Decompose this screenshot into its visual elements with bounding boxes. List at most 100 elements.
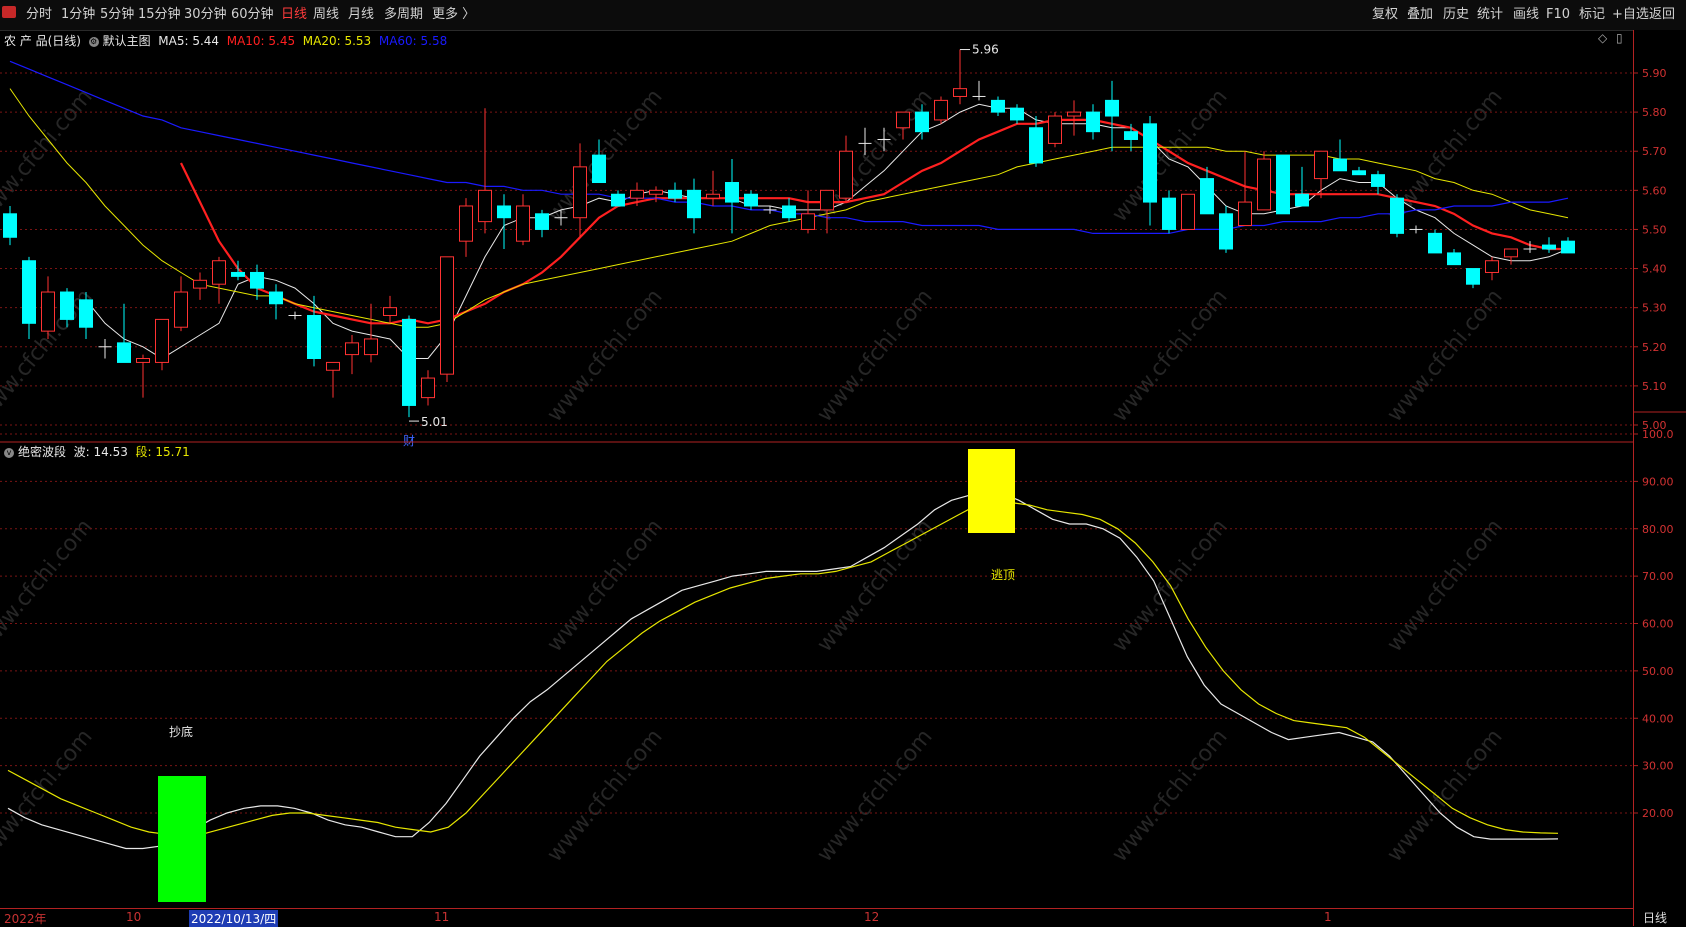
event-marker: 财 <box>403 434 415 448</box>
indicator-tick-label: 50.00 <box>1642 665 1674 678</box>
low-price-marker: 5.01 <box>421 415 448 429</box>
candle-body <box>79 299 93 328</box>
candle-body <box>1219 213 1233 250</box>
period-tab[interactable]: 日线 <box>281 0 307 30</box>
indicator-tick-label: 80.00 <box>1642 523 1674 536</box>
period-tab[interactable]: 60分钟 <box>231 0 274 30</box>
candle-body <box>1561 240 1575 254</box>
period-tab[interactable]: 1分钟 <box>61 0 95 30</box>
candle-body <box>535 213 549 230</box>
candle-body <box>60 291 74 320</box>
candle-body <box>744 193 758 207</box>
candle-body <box>706 193 720 199</box>
watermark-text: www.cfchi.com <box>1107 285 1232 427</box>
candle-body <box>402 318 416 406</box>
candle-body <box>41 291 55 332</box>
candle-body <box>934 99 948 121</box>
indicator-tick-label: 70.00 <box>1642 570 1674 583</box>
watermark-text: www.cfchi.com <box>1382 515 1507 657</box>
watermark-text: www.cfchi.com <box>542 515 667 657</box>
candle-body <box>1162 197 1176 230</box>
candle-body <box>1447 252 1461 266</box>
candle-body <box>1390 197 1404 234</box>
indicator-tick-label: 100.0 <box>1642 428 1674 441</box>
candle-body <box>611 193 625 207</box>
time-axis: 2022年 10 2022/10/13/四 11 12 1 <box>0 908 1633 927</box>
candle-body <box>383 307 397 316</box>
candle-body <box>896 111 910 129</box>
period-tab[interactable]: 周线 <box>313 0 339 30</box>
candle-body <box>820 189 834 211</box>
price-axis-ticks: 5.905.805.705.605.505.405.305.205.105.00… <box>1634 67 1686 820</box>
candle-body <box>1181 193 1195 230</box>
sell-signal-bar <box>968 449 1015 533</box>
candle-body <box>231 271 245 277</box>
candle-body <box>440 256 454 375</box>
indicator-tick-label: 40.00 <box>1642 712 1674 725</box>
buy-signal-bar <box>158 776 206 902</box>
toolbar-action-button[interactable]: 标记 <box>1579 0 1605 30</box>
watermark-text: www.cfchi.com <box>812 725 937 867</box>
period-tab[interactable]: 月线 <box>348 0 374 30</box>
price-tick-label: 5.10 <box>1642 380 1667 393</box>
toolbar-action-button[interactable]: 叠加 <box>1407 0 1433 30</box>
candle-body <box>3 213 17 238</box>
indicator-tick-label: 90.00 <box>1642 475 1674 488</box>
toolbar-action-button[interactable]: 统计 <box>1477 0 1503 30</box>
x-label-oct: 10 <box>126 910 142 924</box>
period-tab[interactable]: 更多 〉 <box>432 0 475 30</box>
candle-body <box>592 154 606 184</box>
candle-body <box>155 318 169 363</box>
watermark-text: www.cfchi.com <box>0 85 98 227</box>
candle-body <box>269 291 283 305</box>
candle-body <box>212 260 226 285</box>
toolbar-action-button[interactable]: 历史 <box>1443 0 1469 30</box>
candle-body <box>1371 174 1385 187</box>
candle-body <box>630 189 644 199</box>
chart-area[interactable]: www.cfchi.com www.cfchi.com www.cfchi.com w… <box>0 30 1633 908</box>
period-tab[interactable]: 分时 <box>26 0 52 30</box>
watermark-text: www.cfchi.com <box>1382 725 1507 867</box>
candlesticks <box>3 49 1575 422</box>
candle-body <box>1485 260 1499 273</box>
candle-body <box>1428 232 1442 254</box>
candle-body <box>136 358 150 363</box>
candle-body <box>1314 150 1328 180</box>
candle-body <box>1010 107 1024 121</box>
price-axis: 5.90 5.80 5.70 5.60 5.50 5.40 5.30 5.20 5.10 5.00… <box>1633 30 1686 926</box>
candle-body <box>573 166 587 219</box>
period-tab[interactable]: 5分钟 <box>100 0 134 30</box>
indicator-tick-label: 30.00 <box>1642 760 1674 773</box>
candle-body <box>193 279 207 289</box>
candle-body <box>497 205 511 219</box>
toolbar-action-button[interactable]: 复权 <box>1372 0 1398 30</box>
toolbar-action-button[interactable]: +自选 <box>1612 0 1649 30</box>
grid-lines <box>0 72 1633 814</box>
buy-signal-label: 抄底 <box>169 724 193 739</box>
toolbar-action-button[interactable]: F10 <box>1546 0 1570 30</box>
candle-body <box>782 205 796 219</box>
price-tick-label: 5.50 <box>1642 223 1667 236</box>
period-indicator: 日线 <box>1643 911 1668 925</box>
price-tick-label: 5.70 <box>1642 145 1667 158</box>
menu-icon[interactable] <box>2 6 16 18</box>
candle-body <box>991 99 1005 113</box>
candle-body <box>1067 111 1081 117</box>
toolbar-action-button[interactable]: 返回 <box>1649 0 1675 30</box>
x-label-nov: 11 <box>434 910 450 924</box>
candle-body <box>345 342 359 356</box>
x-label-dec: 12 <box>864 910 880 924</box>
candle-body <box>1466 268 1480 285</box>
price-tick-label: 5.60 <box>1642 184 1667 197</box>
candle-body <box>1352 170 1366 176</box>
candle-body <box>915 111 929 133</box>
period-tab[interactable]: 30分钟 <box>184 0 227 30</box>
candle-body <box>364 338 378 356</box>
high-price-marker: 5.96 <box>972 43 999 57</box>
period-tab[interactable]: 15分钟 <box>138 0 181 30</box>
price-tick-label: 5.90 <box>1642 67 1667 80</box>
candle-body <box>1333 158 1347 172</box>
candle-body <box>1276 154 1290 215</box>
period-tab[interactable]: 多周期 <box>384 0 423 30</box>
toolbar-action-button[interactable]: 画线 <box>1513 0 1539 30</box>
